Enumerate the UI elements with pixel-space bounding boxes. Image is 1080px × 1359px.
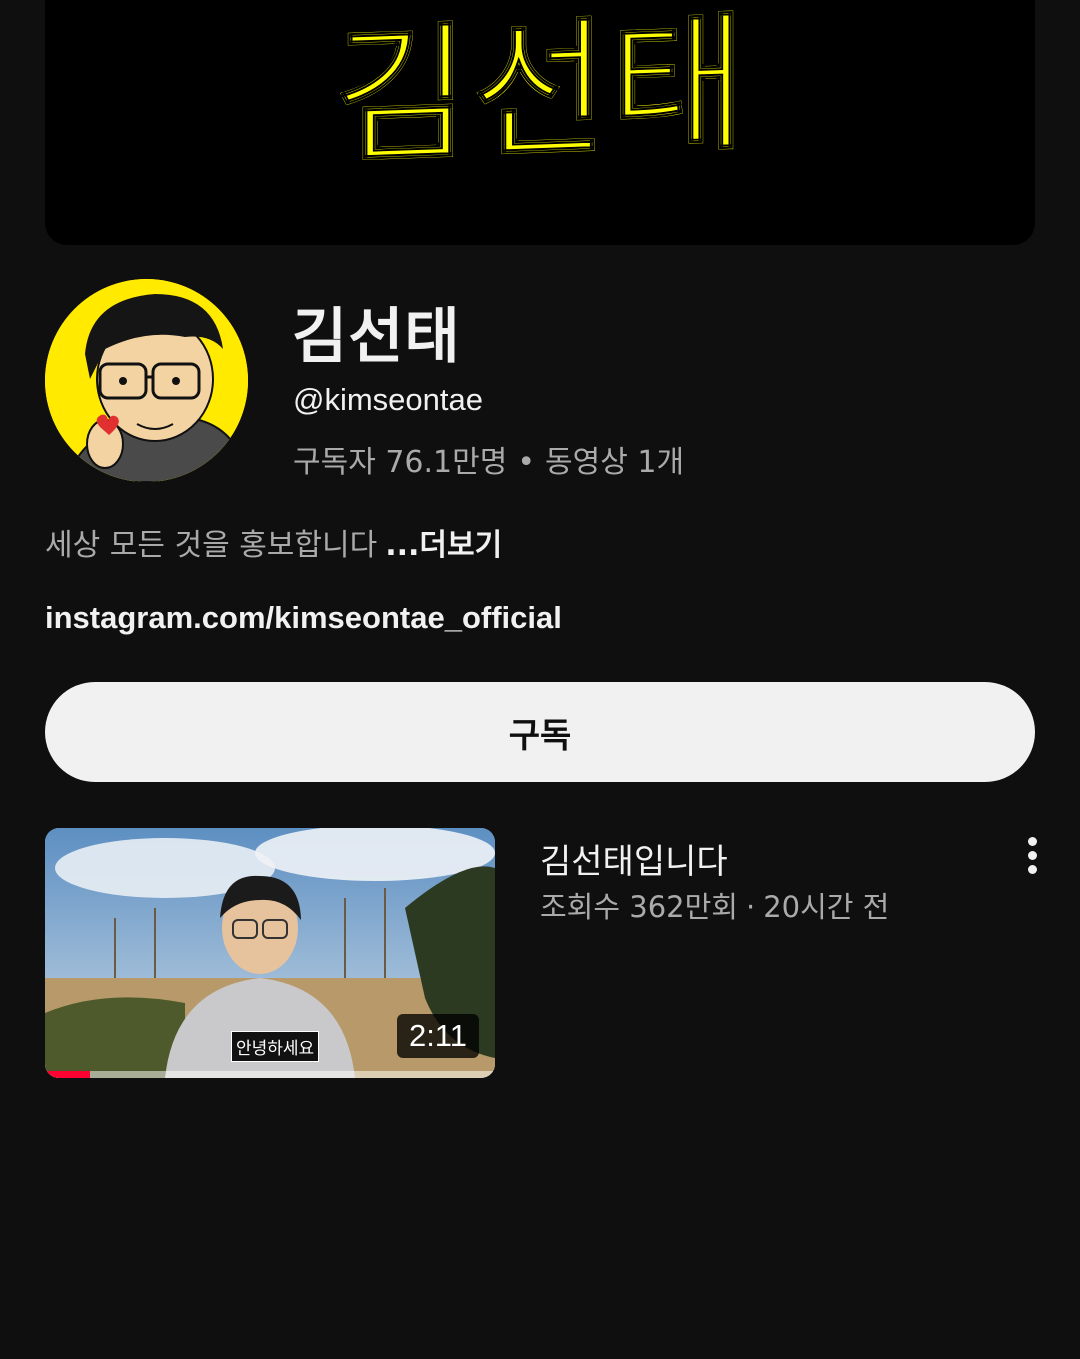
subscribe-button[interactable]: 구독	[45, 682, 1035, 782]
more-link[interactable]: ...더보기	[385, 528, 502, 563]
description-text: 세상 모든 것을 홍보합니다	[45, 528, 378, 563]
video-meta: 조회수 362만회 · 20시간 전	[540, 884, 889, 926]
avatar-illustration	[45, 279, 248, 482]
video-list-item[interactable]: 안녕하세요 2:11 김선태입니다 조회수 362만회 · 20시간 전	[45, 828, 1037, 1078]
channel-description[interactable]: 세상 모든 것을 홍보합니다 ...더보기	[45, 520, 502, 564]
video-title[interactable]: 김선태입니다	[540, 834, 728, 883]
view-count: 조회수 362만회	[540, 890, 738, 924]
channel-stats: 구독자 76.1만명 • 동영상 1개	[293, 437, 684, 481]
more-vert-icon[interactable]	[1017, 834, 1047, 878]
video-count: 동영상 1개	[545, 445, 685, 480]
video-caption: 안녕하세요	[231, 1031, 320, 1062]
watch-progress-fill	[45, 1071, 90, 1078]
channel-name: 김선태	[292, 302, 461, 372]
subscriber-count: 구독자 76.1만명	[293, 445, 508, 480]
video-thumbnail[interactable]: 안녕하세요 2:11	[45, 828, 495, 1078]
banner-logo: 김선태	[332, 0, 748, 187]
duration-badge: 2:11	[396, 1014, 479, 1058]
channel-link[interactable]: instagram.com/kimseontae_official	[45, 600, 562, 636]
meta-separator: ·	[745, 890, 756, 924]
stats-separator: •	[517, 445, 536, 480]
channel-avatar[interactable]	[45, 279, 248, 482]
channel-handle: @kimseontae	[293, 382, 483, 417]
watch-progress-bar	[45, 1071, 495, 1078]
channel-banner: 김선태	[45, 0, 1035, 245]
banner-logo-text: 김선태	[333, 0, 747, 186]
upload-age: 20시간 전	[763, 890, 890, 924]
